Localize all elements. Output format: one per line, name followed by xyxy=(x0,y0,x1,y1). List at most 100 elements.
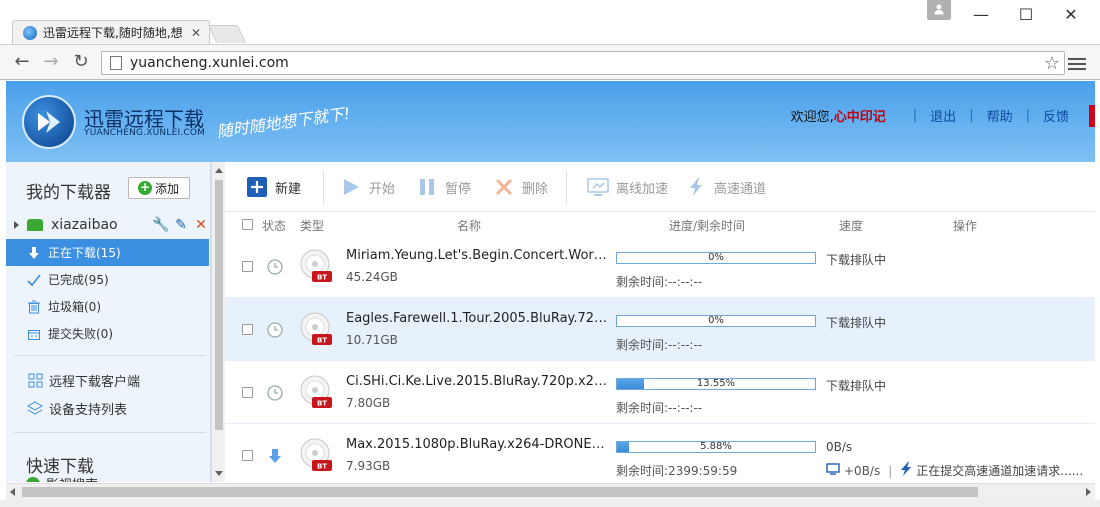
svg-text:BT: BT xyxy=(317,463,327,471)
task-speed: 下载排队中 xyxy=(826,316,887,330)
delete-icon xyxy=(492,176,516,198)
task-checkbox[interactable] xyxy=(242,450,253,461)
plus-icon: + xyxy=(138,180,152,195)
quick-search-link[interactable]: 影视搜索 xyxy=(26,474,98,482)
task-row[interactable]: BT Ci.SHi.Ci.Ke.Live.2015.BluRay.720p.x26… xyxy=(225,361,1095,424)
start-label: 开始 xyxy=(369,181,396,197)
menu-icon[interactable] xyxy=(1068,55,1086,71)
grid-icon xyxy=(27,372,43,388)
tab-strip: 迅雷远程下载,随时随地,想 ✕ — ☐ ✕ xyxy=(0,0,1100,44)
address-bar[interactable]: yuancheng.xunlei.com ☆ xyxy=(101,51,1065,75)
task-row[interactable]: BT Max.2015.1080p.BluRay.x264-DRONES[rarb… xyxy=(225,424,1095,482)
horizontal-scrollbar[interactable] xyxy=(6,483,1095,500)
delete-button[interactable]: 删除 xyxy=(492,175,548,199)
sidebar-item-downloading[interactable]: 正在下载(15) xyxy=(6,239,209,266)
task-name[interactable]: Miriam.Yeung.Let's.Begin.Concert.World.T… xyxy=(346,248,608,263)
scroll-thumb[interactable] xyxy=(22,487,978,497)
sidebar-link-devices[interactable]: 设备支持列表 xyxy=(6,395,209,421)
task-row[interactable]: BT Miriam.Yeung.Let's.Begin.Concert.World… xyxy=(225,235,1095,298)
new-task-button[interactable]: 新建 xyxy=(245,175,301,199)
feedback-link[interactable]: 反馈 xyxy=(1043,106,1069,125)
bookmark-star-icon[interactable]: ☆ xyxy=(1040,53,1064,74)
device-row[interactable]: xiazaibao 🔧 ✎ ✕ xyxy=(6,212,210,238)
task-checkbox[interactable] xyxy=(242,387,253,398)
lightning-icon xyxy=(900,462,912,479)
sidebar-item-completed[interactable]: 已完成(95) xyxy=(6,266,209,293)
scroll-left-icon[interactable] xyxy=(10,488,15,496)
divider xyxy=(566,170,567,204)
divider xyxy=(323,170,324,204)
remaining-time: 剩余时间:--:--:-- xyxy=(616,401,703,415)
user-profile-icon[interactable] xyxy=(927,0,951,20)
close-window-icon[interactable]: ✕ xyxy=(1056,4,1086,26)
progress-bar: 5.88% xyxy=(616,441,816,453)
sidebar-item-trash[interactable]: 垃圾箱(0) xyxy=(6,293,209,320)
sidebar-item-label: 提交失败(0) xyxy=(48,327,113,341)
scroll-thumb[interactable] xyxy=(215,180,223,430)
task-name[interactable]: Max.2015.1080p.BluRay.x264-DRONES[rarb..… xyxy=(346,437,608,452)
highspeed-button[interactable]: 高速通道 xyxy=(684,175,766,199)
layers-icon xyxy=(27,400,43,416)
browser-tab[interactable]: 迅雷远程下载,随时随地,想 ✕ xyxy=(12,20,210,44)
add-label: 添加 xyxy=(155,181,180,196)
scroll-right-icon[interactable] xyxy=(1086,488,1091,496)
remaining-time: 剩余时间:--:--:-- xyxy=(616,275,703,289)
task-name[interactable]: Ci.SHi.Ci.Ke.Live.2015.BluRay.720p.x264.… xyxy=(346,374,608,389)
sidebar-item-label: 已完成(95) xyxy=(48,273,109,287)
slogan: 随时随地想下就下! xyxy=(215,103,352,142)
divider: | xyxy=(969,108,974,123)
username-link[interactable]: 心中印记 xyxy=(834,106,886,125)
maximize-icon[interactable]: ☐ xyxy=(1011,4,1041,26)
wrench-icon[interactable]: 🔧 xyxy=(151,217,171,233)
add-device-button[interactable]: + 添加 xyxy=(128,177,190,199)
minimize-icon[interactable]: — xyxy=(966,4,996,26)
divider xyxy=(14,355,206,356)
failed-icon xyxy=(27,327,41,341)
bt-file-icon: BT xyxy=(300,249,332,283)
sidebar-link-client[interactable]: 远程下载客户端 xyxy=(6,367,209,393)
logout-link[interactable]: 退出 xyxy=(930,106,956,125)
arrow-down-icon xyxy=(27,246,41,260)
accel-speed: +0B/s xyxy=(844,463,881,478)
back-icon[interactable]: ← xyxy=(11,52,33,74)
start-button[interactable]: 开始 xyxy=(339,175,395,199)
new-tab-button[interactable] xyxy=(207,25,247,43)
router-icon xyxy=(27,219,43,231)
task-row[interactable]: BT Eagles.Farewell.1.Tour.2005.BluRay.720… xyxy=(225,298,1095,361)
highspeed-label: 高速通道 xyxy=(714,181,767,197)
col-action: 操作 xyxy=(953,219,978,233)
xunlei-logo-icon[interactable] xyxy=(22,95,76,149)
browser-window: 迅雷远程下载,随时随地,想 ✕ — ☐ ✕ ← → ↻ yuancheng.xu… xyxy=(0,0,1100,507)
task-name[interactable]: Eagles.Farewell.1.Tour.2005.BluRay.720p.… xyxy=(346,311,608,326)
remaining-time: 剩余时间:2399:59:59 xyxy=(616,464,738,478)
sidebar-item-failed[interactable]: 提交失败(0) xyxy=(6,320,209,347)
offline-accel-button[interactable]: 离线加速 xyxy=(586,175,668,199)
pause-label: 暂停 xyxy=(445,181,472,197)
delete-device-icon[interactable]: ✕ xyxy=(191,217,210,233)
progress-percent: 0% xyxy=(708,315,724,326)
monitor-icon xyxy=(586,176,610,198)
expand-arrow-icon[interactable] xyxy=(14,221,19,229)
lightning-icon xyxy=(684,176,708,198)
scroll-down-icon[interactable] xyxy=(215,471,223,476)
progress-bar: 0% xyxy=(616,252,816,264)
col-status: 状态 xyxy=(262,219,287,233)
task-checkbox[interactable] xyxy=(242,324,253,335)
svg-text:BT: BT xyxy=(317,274,327,282)
sidebar-scrollbar[interactable] xyxy=(211,162,225,482)
forward-icon[interactable]: → xyxy=(40,52,62,74)
reload-icon[interactable]: ↻ xyxy=(70,52,92,74)
divider xyxy=(14,432,206,433)
edit-icon[interactable]: ✎ xyxy=(171,217,191,233)
select-all-checkbox[interactable] xyxy=(242,219,253,230)
pause-button[interactable]: 暂停 xyxy=(415,175,471,199)
divider: | xyxy=(1025,108,1030,123)
close-tab-icon[interactable]: ✕ xyxy=(189,26,203,40)
task-checkbox[interactable] xyxy=(242,261,253,272)
help-link[interactable]: 帮助 xyxy=(987,106,1013,125)
accel-info: +0B/s | 正在提交高速通道加速请求...... xyxy=(826,462,1083,479)
scroll-up-icon[interactable] xyxy=(215,168,223,173)
page-below-fold xyxy=(0,500,1100,507)
progress-percent: 13.55% xyxy=(696,378,736,389)
column-header: 状态 类型 名称 进度/剩余时间 速度 操作 xyxy=(225,213,1095,235)
